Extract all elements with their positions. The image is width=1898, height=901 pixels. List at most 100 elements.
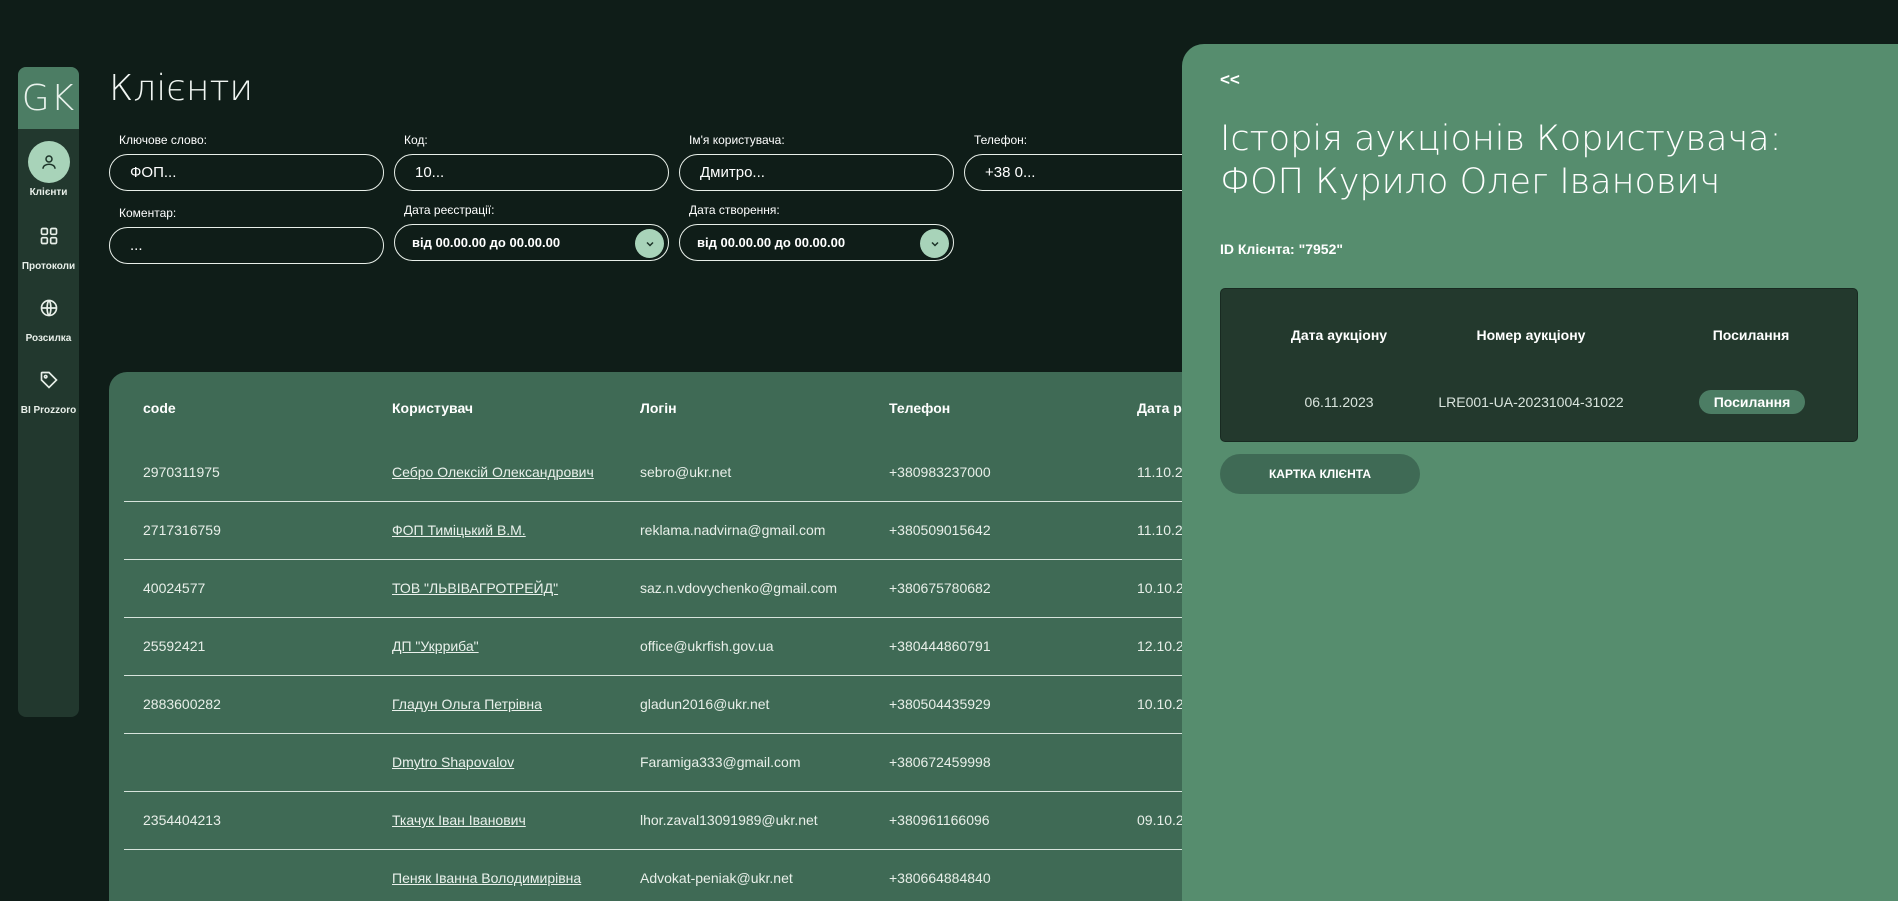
sidebar-item-label: Протоколи	[21, 261, 76, 272]
table-row: 2717316759 ФОП Тиміцький В.М. reklama.nadv…	[124, 502, 1309, 560]
code-filter: Код: 10...	[394, 133, 669, 191]
cell-login: lhor.zaval13091989@ukr.net	[640, 812, 818, 828]
username-input[interactable]: Дмитро...	[679, 154, 954, 191]
code-input[interactable]: 10...	[394, 154, 669, 191]
auction-table: Дата аукціону Номер аукціону Посилання 0…	[1220, 288, 1858, 442]
cell-code: 2354404213	[143, 812, 221, 828]
cell-login: saz.n.vdovychenko@gmail.com	[640, 580, 838, 596]
page-title: Клієнти	[109, 68, 254, 109]
created-date-label: Дата створення:	[689, 203, 780, 217]
cell-login: reklama.nadvirna@gmail.com	[640, 522, 826, 538]
reg-date-filter: Дата реєстрації: від 00.00.00 до 00.00.0…	[394, 203, 669, 261]
back-button[interactable]: <<	[1220, 70, 1240, 90]
logo: GK	[18, 67, 79, 129]
globe-icon	[28, 287, 70, 329]
comment-input[interactable]: ...	[109, 227, 384, 264]
chevron-down-icon[interactable]	[920, 229, 949, 258]
auction-history-panel: << Історія аукціонів Користувача: ФОП Ку…	[1182, 44, 1898, 901]
cell-user-link[interactable]: Гладун Ольга Петрівна	[392, 696, 542, 712]
cell-phone: +380983237000	[889, 464, 991, 480]
sidebar-item-mailing[interactable]: Розсилка	[18, 287, 79, 344]
keyword-label: Ключове слово:	[119, 133, 207, 147]
tag-icon	[28, 359, 70, 401]
table-header: code Користувач Логін Телефон Дата ре	[109, 372, 1309, 444]
chevron-down-icon[interactable]	[635, 229, 664, 258]
table-row: 2354404213 Ткачук Іван Іванович lhor.zaval…	[124, 792, 1309, 850]
table-row: 40024577 ТОВ "ЛЬВІВАГРОТРЕЙД" saz.n.vdovyc…	[124, 560, 1309, 618]
cell-user-link[interactable]: ФОП Тиміцький В.М.	[392, 522, 526, 538]
cell-phone: +380961166096	[889, 812, 990, 828]
cell-date: 11.10.2	[1137, 464, 1183, 480]
comment-filter: Коментар: ...	[109, 206, 384, 264]
grid-icon	[28, 215, 70, 257]
table-row: 2883600282 Гладун Ольга Петрівна gladun201…	[124, 676, 1309, 734]
cell-phone: +380664884840	[889, 870, 991, 886]
sidebar-item-bi-prozzoro[interactable]: BI Prozzoro	[18, 359, 79, 416]
cell-code: 40024577	[143, 580, 206, 596]
cell-phone: +380444860791	[889, 638, 991, 654]
panel-title-line1: Історія аукціонів Користувача:	[1220, 119, 1782, 159]
clients-table: code Користувач Логін Телефон Дата ре 29…	[109, 372, 1309, 901]
auction-number: LRE001-UA-20231004-31022	[1438, 394, 1624, 410]
cell-login: gladun2016@ukr.net	[640, 696, 770, 712]
cell-login: office@ukrfish.gov.ua	[640, 638, 774, 654]
keyword-input[interactable]: ФОП...	[109, 154, 384, 191]
client-card-button[interactable]: КАРТКА КЛІЄНТА	[1220, 454, 1420, 494]
sidebar-item-clients[interactable]: Клієнти	[18, 141, 79, 198]
auction-number-header: Номер аукціону	[1476, 327, 1586, 343]
column-header-code[interactable]: code	[143, 400, 176, 416]
cell-user-link[interactable]: ТОВ "ЛЬВІВАГРОТРЕЙД"	[392, 580, 558, 596]
cell-date: 12.10.2	[1137, 638, 1184, 654]
cell-login: sebro@ukr.net	[640, 464, 732, 480]
column-header-phone[interactable]: Телефон	[889, 400, 950, 416]
table-row: 25592421 ДП "Укрриба" office@ukrfish.gov.u…	[124, 618, 1309, 676]
cell-login: Advokat-peniak@ukr.net	[640, 870, 793, 886]
sidebar-item-label: BI Prozzoro	[20, 405, 77, 416]
cell-code: 2883600282	[143, 696, 221, 712]
auction-link-header: Посилання	[1712, 327, 1790, 343]
user-icon	[27, 141, 70, 183]
cell-user-link[interactable]: ДП "Укрриба"	[392, 638, 479, 654]
reg-date-label: Дата реєстрації:	[404, 203, 495, 217]
auction-date-header: Дата аукціону	[1290, 327, 1388, 343]
cell-login: Faramiga333@gmail.com	[640, 754, 801, 770]
table-row: Пеняк Іванна Володимирівна Advokat-peniak…	[124, 850, 1309, 901]
created-date-value: від 00.00.00 до 00.00.00	[697, 235, 846, 250]
cell-user-link[interactable]: Себро Олексій Олександрович	[392, 464, 594, 480]
username-filter: Ім'я користувача: Дмитро...	[679, 133, 954, 191]
cell-phone: +380675780682	[889, 580, 991, 596]
created-date-filter: Дата створення: від 00.00.00 до 00.00.00	[679, 203, 954, 261]
created-date-input[interactable]: від 00.00.00 до 00.00.00	[679, 224, 954, 261]
cell-user-link[interactable]: Ткачук Іван Іванович	[392, 812, 526, 828]
username-label: Ім'я користувача:	[689, 133, 785, 147]
code-label: Код:	[404, 133, 428, 147]
sidebar: GK Клієнти Протоколи Розсилка BI Prozzor…	[18, 67, 79, 717]
cell-phone: +380509015642	[889, 522, 991, 538]
cell-phone: +380672459998	[889, 754, 991, 770]
cell-code: 2970311975	[143, 464, 220, 480]
reg-date-value: від 00.00.00 до 00.00.00	[412, 235, 561, 250]
table-row: Dmytro Shapovalov Faramiga333@gmail.com +3…	[124, 734, 1309, 792]
auction-date: 06.11.2023	[1304, 394, 1374, 410]
column-header-user[interactable]: Користувач	[392, 400, 473, 416]
auction-link-button[interactable]: Посилання	[1699, 390, 1805, 414]
cell-date: 10.10.2	[1137, 696, 1184, 712]
reg-date-input[interactable]: від 00.00.00 до 00.00.00	[394, 224, 669, 261]
cell-code: 25592421	[143, 638, 206, 654]
cell-user-link[interactable]: Dmytro Shapovalov	[392, 754, 514, 770]
panel-title-line2: ФОП Курило Олег Іванович	[1220, 162, 1721, 202]
column-header-login[interactable]: Логін	[640, 400, 677, 416]
cell-phone: +380504435929	[889, 696, 991, 712]
panel-title: Історія аукціонів Користувача: ФОП Курил…	[1220, 118, 1860, 204]
cell-date: 09.10.2	[1137, 812, 1184, 828]
sidebar-item-protocols[interactable]: Протоколи	[18, 215, 79, 272]
keyword-filter: Ключове слово: ФОП...	[109, 133, 384, 191]
cell-user-link[interactable]: Пеняк Іванна Володимирівна	[392, 870, 581, 886]
comment-label: Коментар:	[119, 206, 177, 220]
table-row: 2970311975 Себро Олексій Олександрович seb…	[124, 444, 1309, 502]
sidebar-item-label: Клієнти	[29, 187, 68, 198]
sidebar-item-label: Розсилка	[25, 333, 72, 344]
cell-date: 10.10.2	[1137, 580, 1184, 596]
cell-code: 2717316759	[143, 522, 221, 538]
client-id: ID Клієнта: "7952"	[1220, 241, 1344, 257]
